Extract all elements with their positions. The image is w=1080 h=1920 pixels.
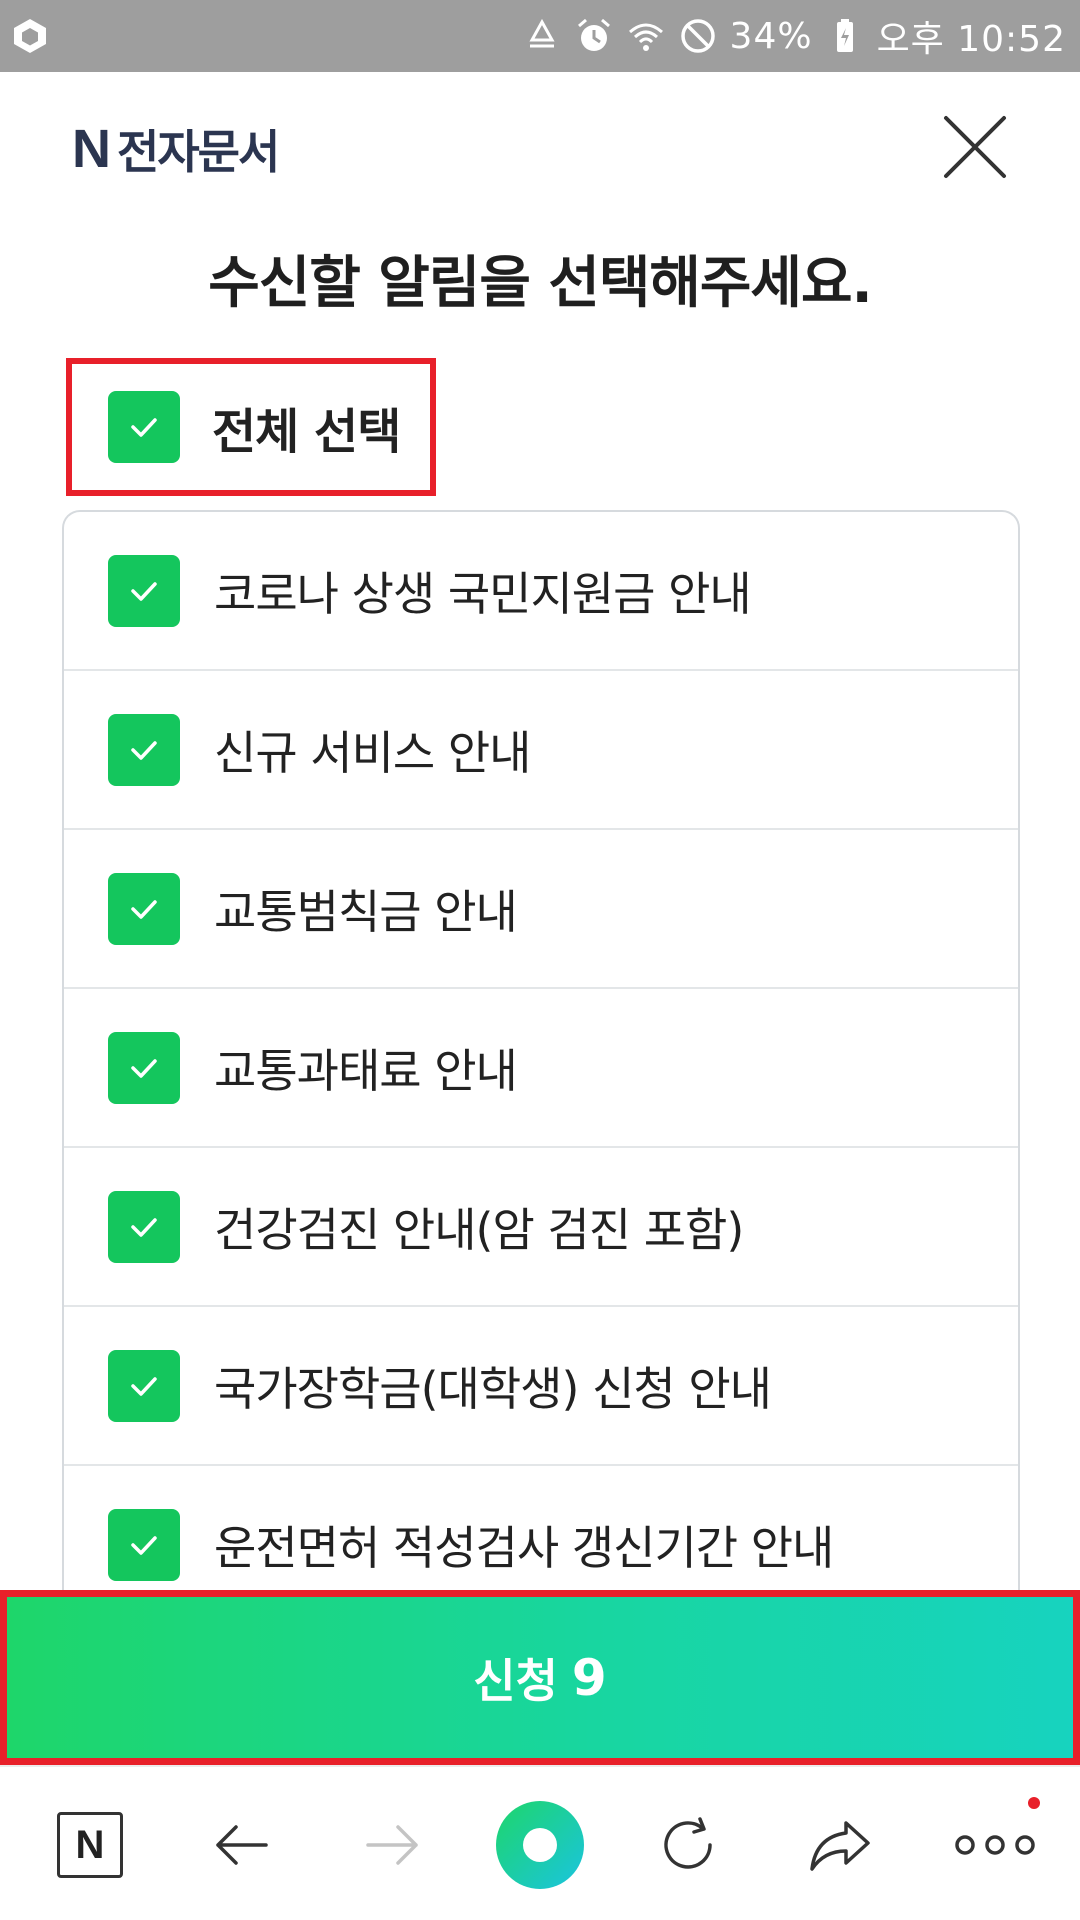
submit-count: 9 [571,1648,607,1707]
refresh-icon [664,1817,712,1869]
list-item[interactable]: 교통과태료 안내 [64,989,1018,1148]
back-button[interactable] [202,1805,282,1885]
close-icon[interactable] [940,112,1010,182]
battery-icon [836,19,853,52]
page-title: 수신할 알림을 선택해주세요. [208,251,873,316]
check-icon [131,418,157,437]
checkbox[interactable] [108,1508,180,1581]
green-dot-button[interactable] [496,1801,584,1889]
green-dot-icon [496,1801,584,1889]
status-bar: 34% 오후 10:52 [0,0,1080,72]
checkbox[interactable] [108,872,180,945]
browser-bottom-nav: N [0,1765,1080,1920]
list-item-label: 국가장학금(대학생) 신청 안내 [214,1361,772,1416]
battery-percent: 34% [729,15,813,57]
checkbox[interactable] [108,713,180,786]
notification-list[interactable]: 코로나 상생 국민지원금 안내 신규 서비스 안내 교통범칙금 안내 교통과태료… [62,510,1020,1590]
more-icon [955,1835,1035,1855]
checkbox[interactable] [108,554,180,627]
header: N 전자문서 [0,72,1080,222]
forward-button[interactable] [352,1805,432,1885]
checkbox[interactable] [108,1031,180,1104]
submit-button[interactable]: 신청 9 [0,1590,1080,1765]
select-all-checkbox[interactable]: 전체 선택 [66,358,436,496]
list-item-label: 코로나 상생 국민지원금 안내 [214,566,752,621]
status-icons: 34% 오후 10:52 [522,0,1066,72]
list-item[interactable]: 운전면허 적성검사 갱신기간 안내 [64,1466,1018,1590]
brand-title: 전자문서 [117,125,280,179]
blocked-icon [680,19,715,53]
list-item[interactable]: 교통범칙금 안내 [64,830,1018,989]
submit-label: 신청 [473,1653,558,1708]
check-icon [131,740,157,760]
naver-home-icon: N [57,1812,123,1878]
list-item[interactable]: 국가장학금(대학생) 신청 안내 [64,1307,1018,1466]
list-item-label: 운전면허 적성검사 갱신기간 안내 [214,1520,834,1575]
select-all-label: 전체 선택 [212,404,401,460]
list-item-label: 교통범칙금 안내 [214,884,518,939]
naver-home-button[interactable]: N [50,1805,130,1885]
list-item[interactable]: 건강검진 안내(암 검진 포함) [64,1148,1018,1307]
list-item[interactable]: 신규 서비스 안내 [64,671,1018,830]
alarm-icon [577,18,610,51]
list-item-label: 신규 서비스 안내 [214,725,531,780]
share-button[interactable] [800,1805,880,1885]
more-button[interactable] [950,1797,1040,1885]
recycle-icon [528,18,555,48]
wifi-icon [628,23,663,51]
clock: 오후 10:52 [876,19,1066,60]
back-arrow-icon [216,1825,268,1865]
check-icon [131,899,157,919]
forward-arrow-icon [366,1825,418,1865]
check-icon [131,581,157,601]
check-icon [131,1535,157,1555]
list-item[interactable]: 코로나 상생 국민지원금 안내 [64,512,1018,671]
checkbox[interactable] [108,1190,180,1263]
refresh-button[interactable] [650,1805,730,1885]
brand-logo: N 전자문서 [72,116,280,182]
notification-dot [1028,1797,1040,1809]
share-icon [810,1821,870,1871]
list-item-label: 건강검진 안내(암 검진 포함) [214,1202,744,1257]
naver-n-logo: N [72,119,111,179]
check-icon [131,1058,157,1078]
check-icon [131,1217,157,1237]
checkbox[interactable] [108,391,180,463]
app-cube-icon [14,19,46,53]
list-item-label: 교통과태료 안내 [214,1043,518,1098]
checkbox[interactable] [108,1349,180,1422]
check-icon [131,1376,157,1396]
